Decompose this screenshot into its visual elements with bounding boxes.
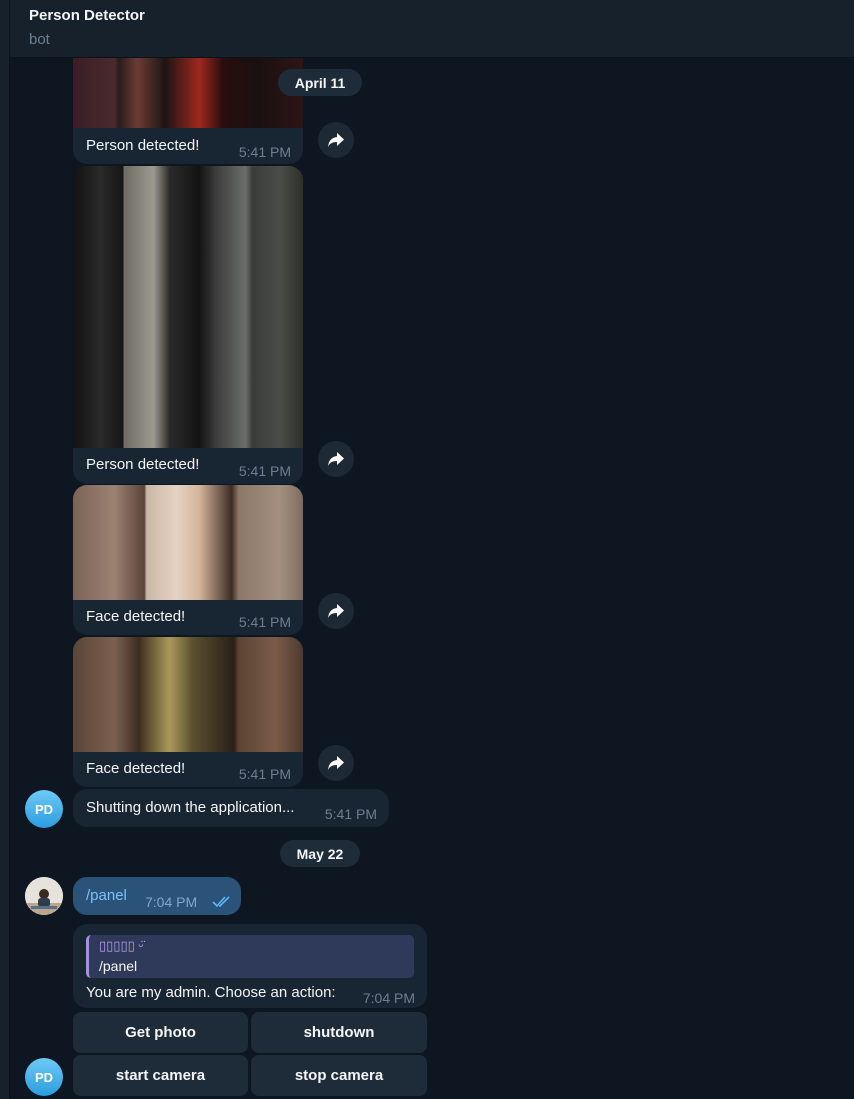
reply-quote[interactable]: ▯▯▯▯▯ ᵕ̈ /panel: [86, 935, 414, 978]
avatar[interactable]: [25, 877, 63, 915]
share-button[interactable]: [318, 441, 354, 477]
avatar[interactable]: PD: [25, 1058, 63, 1096]
message-time: 7:04 PM: [362, 990, 415, 1006]
left-panel-edge: [0, 0, 10, 1099]
share-button[interactable]: [318, 593, 354, 629]
get-photo-button[interactable]: Get photo: [73, 1012, 248, 1053]
share-icon: [328, 452, 344, 466]
reply-author: ▯▯▯▯▯ ᵕ̈: [99, 938, 144, 953]
photo-caption: Face detected!: [86, 608, 186, 625]
photo-message[interactable]: Person detected! 5:41 PM: [73, 58, 303, 164]
message-time: 5:41 PM: [238, 614, 291, 630]
share-icon: [328, 133, 344, 147]
date-separator: May 22: [280, 840, 360, 867]
photo-message[interactable]: Person detected! 5:41 PM: [73, 166, 303, 484]
message-bubble[interactable]: /panel 7:04 PM: [73, 877, 241, 915]
message-time: 5:41 PM: [238, 463, 291, 479]
message-text: /panel: [86, 887, 127, 904]
share-icon: [328, 604, 344, 618]
shutdown-button[interactable]: shutdown: [251, 1012, 427, 1053]
message-list[interactable]: Person detected! 5:41 PM April 11 Person…: [10, 58, 854, 1099]
message-text: Shutting down the application...: [86, 799, 295, 816]
date-separator: April 11: [278, 69, 362, 96]
reply-text: /panel: [99, 958, 138, 974]
chat-title: Person Detector: [29, 7, 145, 24]
photo-message[interactable]: Face detected! 5:41 PM: [73, 485, 303, 635]
message-time: 7:04 PM: [145, 894, 198, 910]
message-text: You are my admin. Choose an action:: [86, 984, 336, 1001]
start-camera-button[interactable]: start camera: [73, 1055, 248, 1096]
stop-camera-button[interactable]: stop camera: [251, 1055, 427, 1096]
message-time: 5:41 PM: [324, 806, 377, 822]
avatar[interactable]: PD: [25, 790, 63, 828]
message-bubble[interactable]: ▯▯▯▯▯ ᵕ̈ /panel You are my admin. Choose…: [73, 924, 427, 1008]
photo-caption: Person detected!: [86, 456, 200, 473]
message-bubble[interactable]: Shutting down the application... 5:41 PM: [73, 789, 389, 827]
photo-thumbnail[interactable]: [73, 58, 303, 128]
double-check-icon: [212, 896, 230, 908]
photo-message[interactable]: Face detected! 5:41 PM: [73, 637, 303, 787]
chat-subtitle: bot: [29, 31, 50, 48]
share-button[interactable]: [318, 745, 354, 781]
photo-caption: Person detected!: [86, 137, 200, 154]
message-time: 5:41 PM: [238, 766, 291, 782]
chat-header[interactable]: Person Detector bot: [10, 0, 854, 58]
photo-caption: Face detected!: [86, 760, 186, 777]
user-photo-icon: [25, 877, 63, 915]
share-button[interactable]: [318, 122, 354, 158]
share-icon: [328, 756, 344, 770]
message-time: 5:41 PM: [238, 144, 291, 160]
photo-thumbnail[interactable]: [73, 485, 303, 600]
photo-thumbnail[interactable]: [73, 637, 303, 752]
photo-thumbnail[interactable]: [73, 166, 303, 448]
